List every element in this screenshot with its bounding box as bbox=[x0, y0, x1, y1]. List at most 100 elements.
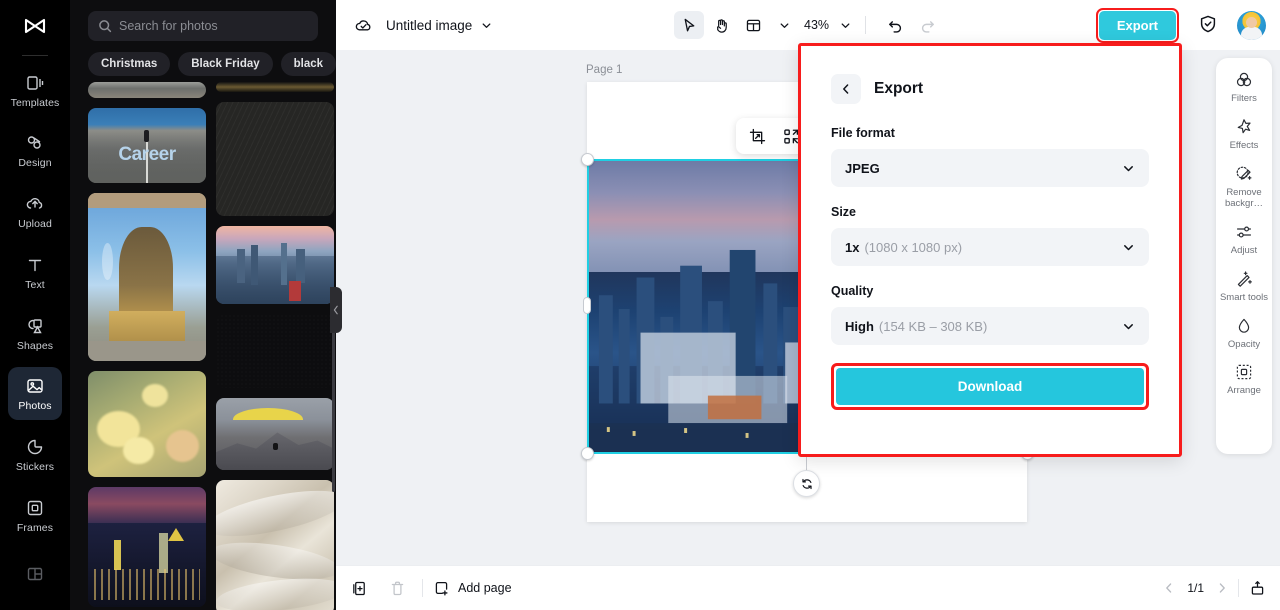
bottom-divider bbox=[422, 579, 423, 597]
prev-page-button[interactable] bbox=[1163, 582, 1175, 594]
undo-button[interactable] bbox=[880, 11, 910, 39]
tool-label: Effects bbox=[1229, 139, 1259, 151]
zoom-dropdown-icon[interactable] bbox=[840, 20, 851, 31]
chevron-down-icon bbox=[1122, 320, 1135, 333]
user-avatar[interactable] bbox=[1237, 11, 1266, 40]
size-select[interactable]: 1x (1080 x 1080 px) bbox=[831, 228, 1149, 266]
templates-icon bbox=[25, 72, 45, 94]
title-dropdown-icon[interactable] bbox=[481, 20, 492, 31]
zoom-level[interactable]: 43% bbox=[804, 18, 829, 32]
tool-label: Smart tools bbox=[1219, 291, 1269, 303]
tag-chips: Christmas Black Friday black bbox=[88, 52, 336, 76]
size-label: Size bbox=[831, 205, 857, 219]
tool-smart-tools[interactable]: Smart tools bbox=[1217, 269, 1271, 304]
sidebar-item-photos[interactable]: Photos bbox=[8, 367, 62, 421]
tool-effects[interactable]: Effects bbox=[1217, 117, 1271, 152]
photo-thumb-buddha-statue[interactable] bbox=[88, 193, 206, 361]
sidebar-item-text[interactable]: Text bbox=[8, 246, 62, 299]
quality-label: Quality bbox=[831, 284, 874, 298]
redo-icon bbox=[921, 20, 934, 33]
shield-check-icon[interactable] bbox=[1198, 14, 1218, 39]
duplicate-page-button[interactable] bbox=[344, 574, 374, 602]
layout-icon bbox=[25, 563, 45, 585]
export-tray-icon bbox=[1251, 580, 1264, 595]
layout-tool-button[interactable] bbox=[738, 11, 768, 39]
tool-label: Arrange bbox=[1227, 385, 1261, 397]
tool-remove-background[interactable]: Remove backgr… bbox=[1217, 164, 1271, 210]
tag-chip-black[interactable]: black bbox=[280, 52, 336, 76]
tool-adjust[interactable]: Adjust bbox=[1217, 222, 1271, 257]
add-page-label: Add page bbox=[458, 581, 512, 595]
next-page-button[interactable] bbox=[1216, 582, 1228, 594]
photo-thumb-paraglider-mountain[interactable] bbox=[216, 398, 334, 470]
sidebar-item-frames[interactable]: Frames bbox=[8, 489, 62, 542]
size-detail: (1080 x 1080 px) bbox=[864, 239, 963, 255]
photo-grid[interactable]: Career bbox=[88, 82, 336, 610]
delete-page-button[interactable] bbox=[382, 574, 412, 602]
photo-thumb-dark-texture[interactable] bbox=[216, 102, 334, 216]
resize-handle-bottom-left[interactable] bbox=[581, 447, 594, 460]
download-button-highlight: Download bbox=[831, 363, 1149, 410]
sidebar-item-templates[interactable]: Templates bbox=[8, 64, 62, 117]
rail-divider bbox=[22, 55, 48, 56]
export-tray-button[interactable] bbox=[1249, 580, 1266, 597]
rotate-icon bbox=[801, 478, 812, 489]
sidebar-item-stickers[interactable]: Stickers bbox=[8, 428, 62, 481]
capcut-logo-icon[interactable] bbox=[15, 8, 55, 47]
photo-thumb-yellow-flowers[interactable] bbox=[88, 371, 206, 477]
collapse-panel-handle[interactable] bbox=[330, 287, 342, 333]
design-icon bbox=[25, 132, 45, 154]
crop-button[interactable] bbox=[742, 122, 772, 150]
duplicate-page-icon bbox=[352, 581, 365, 595]
effects-icon bbox=[1235, 117, 1253, 137]
sidebar-item-layout[interactable] bbox=[8, 549, 62, 602]
redo-button[interactable] bbox=[912, 11, 942, 39]
photo-thumb-road-texture[interactable] bbox=[88, 82, 206, 98]
tag-chip-christmas[interactable]: Christmas bbox=[88, 52, 171, 76]
tool-opacity[interactable]: Opacity bbox=[1217, 316, 1271, 351]
select-tool-button[interactable] bbox=[674, 11, 704, 39]
tool-label: Opacity bbox=[1227, 338, 1261, 350]
resize-handle-top-left[interactable] bbox=[581, 153, 594, 166]
photo-thumb-city-at-night[interactable] bbox=[88, 487, 206, 607]
document-title[interactable]: Untitled image bbox=[386, 18, 472, 33]
tag-chip-black-friday[interactable]: Black Friday bbox=[178, 52, 273, 76]
capcut-editor-window: Templates Design Upload Text Shapes Phot… bbox=[0, 0, 1280, 610]
quality-detail: (154 KB – 308 KB) bbox=[878, 318, 988, 334]
file-format-select[interactable]: JPEG bbox=[831, 149, 1149, 187]
photo-thumb-gold-line[interactable] bbox=[216, 82, 334, 92]
remove-background-icon bbox=[1235, 164, 1253, 184]
export-panel-header: Export bbox=[831, 74, 1149, 104]
export-back-button[interactable] bbox=[831, 74, 861, 104]
search-input[interactable]: Search for photos bbox=[88, 11, 318, 41]
photo-grid-scrollbar[interactable] bbox=[332, 312, 335, 492]
cloud-saved-icon bbox=[354, 16, 373, 35]
chevron-left-icon bbox=[843, 84, 849, 94]
photo-thumb-dark-dots[interactable] bbox=[216, 314, 334, 388]
stickers-icon bbox=[25, 436, 45, 458]
bottom-bar: Add page 1/1 bbox=[336, 565, 1280, 610]
sidebar-label: Design bbox=[18, 157, 52, 170]
export-button[interactable]: Export bbox=[1098, 11, 1176, 40]
photo-thumb-silk-fabric[interactable] bbox=[216, 480, 334, 610]
hand-tool-button[interactable] bbox=[706, 11, 736, 39]
quality-select[interactable]: High (154 KB – 308 KB) bbox=[831, 307, 1149, 345]
add-page-button[interactable]: Add page bbox=[433, 580, 512, 597]
export-button-highlight: Export bbox=[1095, 8, 1179, 43]
resize-handle-left[interactable] bbox=[583, 297, 591, 314]
sidebar-label: Shapes bbox=[16, 339, 54, 352]
rotate-handle[interactable] bbox=[793, 470, 820, 497]
sidebar-label: Stickers bbox=[15, 460, 55, 473]
sidebar-item-design[interactable]: Design bbox=[8, 125, 62, 178]
sidebar-item-shapes[interactable]: Shapes bbox=[8, 307, 62, 360]
download-button[interactable]: Download bbox=[836, 368, 1144, 405]
layout-dropdown-icon[interactable] bbox=[779, 20, 790, 31]
tool-filters[interactable]: Filters bbox=[1217, 70, 1271, 105]
sidebar-item-upload[interactable]: Upload bbox=[8, 185, 62, 238]
photo-thumb-career-road[interactable]: Career bbox=[88, 108, 206, 183]
photo-thumb-city-skyline[interactable] bbox=[216, 226, 334, 304]
tool-arrange[interactable]: Arrange bbox=[1217, 362, 1271, 397]
arrange-icon bbox=[1235, 362, 1253, 382]
file-format-value: JPEG bbox=[845, 160, 880, 176]
text-icon bbox=[25, 254, 45, 276]
